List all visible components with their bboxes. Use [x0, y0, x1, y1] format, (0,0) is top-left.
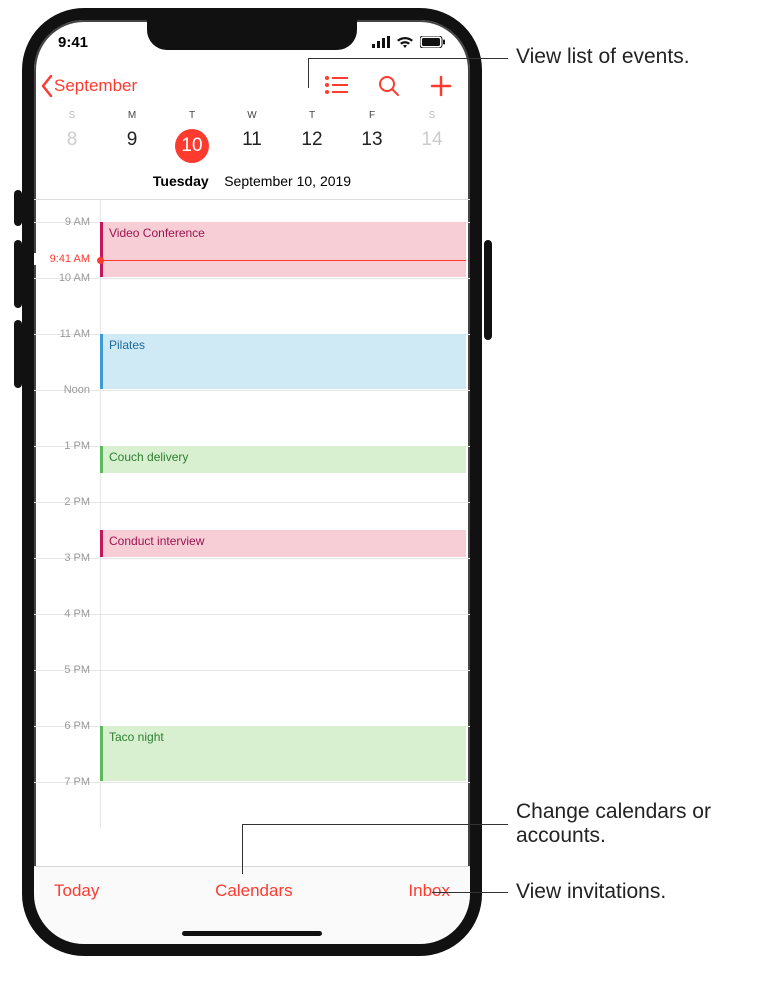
day-number[interactable]: 11 [222, 123, 282, 169]
week-day-numbers: 891011121314 [34, 121, 470, 169]
nav-bar: September [34, 64, 470, 108]
phone-frame: 9:41 September [22, 8, 482, 956]
hour-label: 7 PM [34, 776, 96, 788]
calendars-button[interactable]: Calendars [215, 881, 293, 901]
hour-label: 2 PM [34, 496, 96, 508]
add-event-icon[interactable] [430, 75, 452, 97]
day-number[interactable]: 8 [42, 123, 102, 169]
today-button[interactable]: Today [54, 881, 99, 901]
day-number[interactable]: 9 [102, 123, 162, 169]
dow-label: S [42, 110, 102, 121]
dow-label: F [342, 110, 402, 121]
callout-inbox: View invitations. [516, 880, 666, 904]
selected-dayname: Tuesday [153, 173, 209, 189]
dow-label: T [162, 110, 222, 121]
hour-label: 5 PM [34, 664, 96, 676]
calendar-event[interactable]: Taco night [100, 726, 466, 781]
notch [147, 20, 357, 50]
calendar-event[interactable]: Video Conference [100, 222, 466, 277]
hour-label: 6 PM [34, 720, 96, 732]
day-number[interactable]: 10 [162, 123, 222, 169]
cellular-signal-icon [372, 36, 390, 48]
dow-label: S [402, 110, 462, 121]
day-number[interactable]: 12 [282, 123, 342, 169]
back-label: September [54, 76, 137, 96]
calendar-event[interactable]: Couch delivery [100, 446, 466, 473]
hour-label: Noon [34, 384, 96, 396]
list-view-icon[interactable] [324, 75, 348, 97]
inbox-button[interactable]: Inbox [408, 881, 450, 901]
hour-label: 4 PM [34, 608, 96, 620]
hour-gridline [34, 278, 470, 279]
hour-label: 11 AM [34, 328, 96, 340]
hour-label: 9 AM [34, 216, 96, 228]
hour-gridline [34, 670, 470, 671]
calendar-event[interactable]: Conduct interview [100, 530, 466, 557]
day-timeline[interactable]: 9 AM 10 AM 11 AM Noon 1 PM 2 PM 3 PM 4 PM 5 PM 6 … [34, 199, 470, 829]
dow-label: M [102, 110, 162, 121]
dow-label: W [222, 110, 282, 121]
callout-calendars: Change calendars or accounts. [516, 800, 756, 848]
callout-list: View list of events. [516, 45, 690, 69]
bottom-toolbar: Today Calendars Inbox [34, 866, 470, 944]
hour-label: 10 AM [34, 272, 96, 284]
selected-date: September 10, 2019 [224, 173, 351, 189]
home-indicator[interactable] [182, 931, 322, 936]
status-time: 9:41 [58, 34, 88, 51]
hour-label: 3 PM [34, 552, 96, 564]
calendar-event[interactable]: Pilates [100, 334, 466, 389]
hour-label: 1 PM [34, 440, 96, 452]
hour-gridline [34, 614, 470, 615]
hour-gridline [34, 502, 470, 503]
hour-gridline [34, 558, 470, 559]
dow-label: T [282, 110, 342, 121]
hour-gridline [34, 782, 470, 783]
selected-date-full: Tuesday September 10, 2019 [34, 169, 470, 199]
battery-icon [420, 36, 446, 48]
week-day-letters: SMTWTFS [34, 108, 470, 121]
back-button[interactable]: September [40, 75, 137, 97]
wifi-icon [396, 36, 414, 48]
day-number[interactable]: 14 [402, 123, 462, 169]
hour-gridline [34, 390, 470, 391]
search-icon[interactable] [378, 75, 400, 97]
day-number[interactable]: 13 [342, 123, 402, 169]
